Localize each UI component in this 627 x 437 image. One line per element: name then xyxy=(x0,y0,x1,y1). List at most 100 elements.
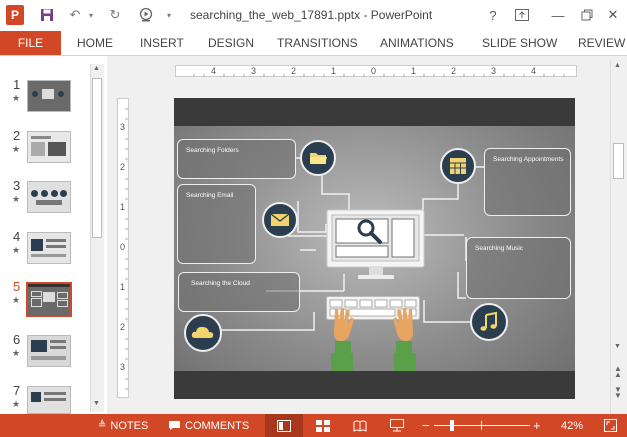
fit-to-window-button[interactable] xyxy=(600,414,620,437)
ruler-label: 1 xyxy=(411,66,417,76)
ruler-label: 0 xyxy=(371,66,377,76)
animation-star-icon: ★ xyxy=(12,295,21,305)
magnifier-icon xyxy=(356,218,384,246)
searching-email-box[interactable]: Searching Email xyxy=(177,184,256,264)
tab-insert[interactable]: INSERT xyxy=(140,31,184,55)
scroll-down-icon[interactable]: ▼ xyxy=(93,400,100,407)
ruler-label: 1 xyxy=(120,202,126,212)
slide-thumbnail-1[interactable] xyxy=(27,80,71,112)
tab-home[interactable]: HOME xyxy=(77,31,113,55)
vertical-ruler: 3 2 1 0 1 2 3 xyxy=(117,98,129,398)
slide-scroll-thumb[interactable] xyxy=(613,143,624,179)
normal-view-icon xyxy=(277,419,291,432)
present-from-start-icon[interactable] xyxy=(136,6,156,24)
animation-star-icon: ★ xyxy=(12,399,21,409)
slide-thumbnail-5[interactable] xyxy=(26,282,72,317)
box-label: Searching Music xyxy=(475,245,524,252)
slide-thumbnail-6[interactable] xyxy=(27,335,71,367)
scroll-up-icon[interactable]: ▲ xyxy=(93,65,100,72)
zoom-slider-thumb[interactable] xyxy=(450,420,454,431)
calendar-icon[interactable] xyxy=(440,148,476,184)
searching-music-box[interactable]: Searching Music xyxy=(466,237,571,299)
zoom-level[interactable]: 42% xyxy=(561,414,583,437)
thumbnail-scrollbar[interactable]: ▲ ▼ xyxy=(90,64,104,412)
ribbon-display-options-icon[interactable] xyxy=(512,6,532,24)
slide-show-button[interactable] xyxy=(387,414,407,437)
scroll-down-icon[interactable]: ▼ xyxy=(614,343,621,350)
box-label: Searching Appointments xyxy=(493,156,564,163)
computer-monitor xyxy=(326,209,426,279)
searching-cloud-box[interactable]: Searching the Cloud xyxy=(178,272,300,312)
ruler-label: 3 xyxy=(491,66,497,76)
status-bar: ≜ NOTES COMMENTS − + 42% xyxy=(0,414,627,437)
ruler-label: 3 xyxy=(251,66,257,76)
customize-toolbar-icon[interactable]: ▾ xyxy=(164,6,174,24)
undo-dropdown-icon[interactable]: ▾ xyxy=(86,6,96,24)
ruler-label: 2 xyxy=(451,66,457,76)
zoom-in-button[interactable]: + xyxy=(533,414,541,437)
slide-thumbnail-3[interactable] xyxy=(27,181,71,213)
music-icon[interactable] xyxy=(470,303,508,341)
tab-design[interactable]: DESIGN xyxy=(208,31,254,55)
ruler-label: 3 xyxy=(120,122,126,132)
save-icon[interactable] xyxy=(38,6,56,24)
slide-thumbnail-4[interactable] xyxy=(27,232,71,264)
notes-button[interactable]: ≜ NOTES xyxy=(98,414,148,437)
slide-sorter-button[interactable] xyxy=(313,414,333,437)
ruler-label: 3 xyxy=(120,362,126,372)
zoom-out-button[interactable]: − xyxy=(422,414,430,437)
mail-icon[interactable] xyxy=(262,202,298,238)
ruler-label: 1 xyxy=(331,66,337,76)
scroll-up-icon[interactable]: ▲ xyxy=(614,62,621,69)
notes-label: NOTES xyxy=(110,419,149,432)
thumbnail-number: 3 xyxy=(13,178,21,193)
reading-view-button[interactable] xyxy=(350,414,370,437)
thumbnail-number: 5 xyxy=(13,279,21,294)
searching-folders-box[interactable]: Searching Folders xyxy=(177,139,296,179)
cloud-icon[interactable] xyxy=(184,314,222,352)
ruler-label: 4 xyxy=(531,66,537,76)
animation-star-icon: ★ xyxy=(12,144,21,154)
ribbon-tabs: FILE HOME INSERT DESIGN TRANSITIONS ANIM… xyxy=(0,31,627,56)
fit-to-window-icon xyxy=(603,419,617,432)
previous-slide-icon[interactable]: ▲ ▲ xyxy=(614,365,622,379)
box-label: Searching Email xyxy=(186,192,234,199)
reading-view-icon xyxy=(353,420,367,432)
slide-thumbnail-2[interactable] xyxy=(27,131,71,163)
left-hand xyxy=(329,305,359,371)
thumbnail-number: 7 xyxy=(13,383,21,398)
minimize-icon[interactable]: — xyxy=(548,6,568,24)
ruler-label: 2 xyxy=(120,322,126,332)
slide-thumbnail-pane: 1 ★ 2 ★ 3 ★ 4 ★ 5 ★ 6 ★ 7 ★ ▲ ▼ xyxy=(0,56,106,414)
tab-animations[interactable]: ANIMATIONS xyxy=(380,31,454,55)
slide-scrollbar[interactable]: ▲ ▼ ▲ ▲ ▼ ▼ xyxy=(610,61,626,414)
normal-view-button[interactable] xyxy=(265,414,303,437)
folder-icon[interactable] xyxy=(300,140,336,176)
slide-show-icon xyxy=(390,419,404,432)
slide-thumbnail-7[interactable] xyxy=(27,386,71,414)
thumbnail-number: 1 xyxy=(13,77,21,92)
maximize-icon[interactable] xyxy=(577,6,597,24)
undo-icon[interactable]: ↶ xyxy=(66,6,84,24)
title-bar: P ↶ ▾ ↻ ▾ searching_the_web_17891.pptx -… xyxy=(0,0,627,31)
zoom-slider[interactable] xyxy=(434,414,530,437)
tab-review[interactable]: REVIEW xyxy=(578,31,625,55)
redo-icon[interactable]: ↻ xyxy=(106,6,124,24)
tab-slide-show[interactable]: SLIDE SHOW xyxy=(482,31,557,55)
window-title: searching_the_web_17891.pptx - PowerPoin… xyxy=(190,8,433,22)
box-label: Searching the Cloud xyxy=(191,280,250,287)
close-icon[interactable]: ✕ xyxy=(603,6,623,24)
searching-appointments-box[interactable]: Searching Appointments xyxy=(484,148,571,216)
thumbnail-number: 6 xyxy=(13,332,21,347)
slide-canvas[interactable]: Searching Folders Searching Email Search… xyxy=(174,98,575,399)
help-icon[interactable]: ? xyxy=(485,6,501,24)
comment-icon xyxy=(169,421,180,430)
notes-icon: ≜ xyxy=(98,420,107,431)
thumbnail-scroll-thumb[interactable] xyxy=(92,78,102,238)
comments-button[interactable]: COMMENTS xyxy=(168,414,249,437)
file-tab[interactable]: FILE xyxy=(0,31,61,55)
tab-transitions[interactable]: TRANSITIONS xyxy=(277,31,358,55)
next-slide-icon[interactable]: ▼ ▼ xyxy=(614,386,622,400)
horizontal-ruler: 4 3 2 1 0 1 2 3 4 xyxy=(175,65,577,77)
ruler-label: 1 xyxy=(120,282,126,292)
